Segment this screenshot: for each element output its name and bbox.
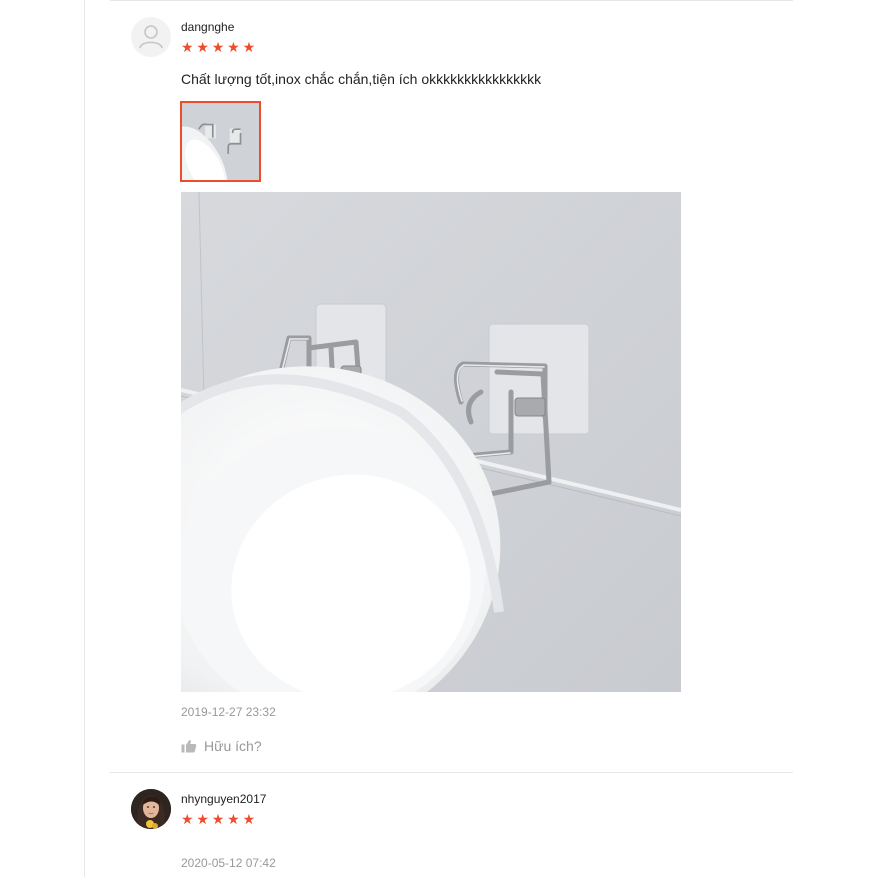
reviewer-username[interactable]: dangnghe bbox=[181, 20, 234, 34]
reviewer-username[interactable]: nhynguyen2017 bbox=[181, 792, 266, 806]
review-timestamp: 2019-12-27 23:32 bbox=[181, 705, 276, 719]
star-icon: ★ bbox=[196, 39, 209, 55]
rating-stars: ★ ★ ★ ★ ★ bbox=[181, 812, 258, 826]
review-comment: Chất lượng tốt,inox chắc chắn,tiện ích o… bbox=[181, 71, 542, 87]
review-image-thumbnail[interactable] bbox=[180, 101, 261, 182]
review-divider bbox=[110, 772, 793, 773]
default-user-icon bbox=[139, 25, 163, 49]
star-icon: ★ bbox=[181, 811, 194, 827]
helpful-button[interactable]: Hữu ích? bbox=[181, 738, 262, 754]
review-timestamp: 2020-05-12 07:42 bbox=[181, 856, 276, 870]
reviewer-avatar[interactable] bbox=[131, 17, 171, 57]
star-icon: ★ bbox=[227, 39, 240, 55]
star-icon: ★ bbox=[227, 811, 240, 827]
star-icon: ★ bbox=[181, 39, 194, 55]
reviewer-avatar[interactable] bbox=[131, 789, 171, 829]
thumbs-up-icon bbox=[181, 740, 197, 753]
product-photo-thumbnail bbox=[182, 103, 259, 180]
product-photo bbox=[181, 192, 681, 692]
review-image-large[interactable] bbox=[181, 192, 681, 692]
star-icon: ★ bbox=[196, 811, 209, 827]
star-icon: ★ bbox=[242, 39, 256, 55]
star-icon: ★ bbox=[211, 39, 225, 55]
review-divider-top bbox=[110, 0, 793, 1]
content-left-border bbox=[84, 0, 85, 877]
star-icon: ★ bbox=[242, 811, 256, 827]
helpful-label: Hữu ích? bbox=[204, 738, 262, 754]
user-photo bbox=[131, 789, 171, 829]
rating-stars: ★ ★ ★ ★ ★ bbox=[181, 40, 258, 54]
star-icon: ★ bbox=[211, 811, 225, 827]
